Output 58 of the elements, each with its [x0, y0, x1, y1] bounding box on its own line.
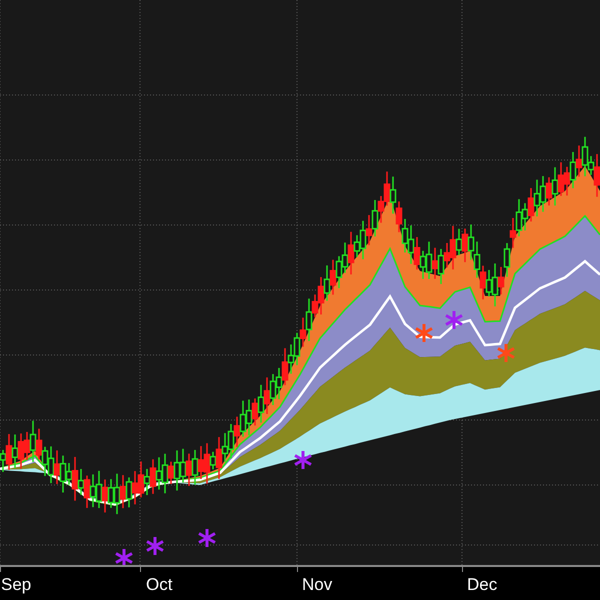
axis-label: Oct	[146, 575, 172, 595]
bearish-candlestick	[84, 476, 90, 508]
bearish-candlestick	[414, 237, 420, 270]
bearish-candlestick	[462, 228, 468, 262]
asterisk-marker	[415, 324, 433, 342]
bullish-candlestick	[390, 176, 396, 214]
bearish-candlestick	[366, 215, 372, 246]
bullish-candlestick	[504, 243, 510, 277]
bullish-candlestick	[552, 167, 558, 206]
bearish-candlestick	[54, 450, 60, 484]
bullish-candlestick	[306, 298, 312, 342]
bearish-candlestick	[102, 480, 108, 512]
axis-label: Sep	[1, 575, 32, 595]
bearish-candlestick	[168, 462, 174, 484]
bullish-candlestick	[210, 452, 216, 470]
bearish-candlestick	[510, 218, 516, 248]
bullish-candlestick	[456, 228, 462, 256]
bearish-candlestick	[186, 454, 192, 486]
bearish-candlestick	[264, 377, 270, 414]
bearish-candlestick	[216, 437, 222, 479]
bearish-candlestick	[300, 318, 306, 347]
bearish-candlestick	[480, 266, 486, 300]
bearish-candlestick	[150, 459, 156, 494]
bullish-candlestick	[12, 434, 18, 468]
asterisk-marker	[497, 344, 515, 362]
bearish-candlestick	[576, 146, 582, 177]
bearish-candlestick	[348, 232, 354, 274]
bullish-candlestick	[30, 420, 36, 462]
bearish-candlestick	[120, 475, 126, 508]
asterisk-marker	[115, 549, 133, 565]
bullish-candlestick	[324, 265, 330, 301]
bearish-candlestick	[234, 416, 240, 447]
bullish-candlestick	[192, 450, 198, 485]
bearish-candlestick	[594, 154, 600, 197]
bullish-candlestick	[126, 477, 132, 508]
bullish-candlestick	[372, 200, 378, 236]
asterisk-marker	[198, 529, 216, 547]
axis-label: Dec	[467, 575, 498, 595]
bullish-candlestick	[78, 468, 84, 495]
bullish-candlestick	[438, 248, 444, 284]
axis-label: Nov	[302, 575, 332, 595]
bearish-candlestick	[498, 266, 504, 294]
bearish-candlestick	[432, 248, 438, 279]
asterisk-marker	[146, 537, 164, 555]
bullish-candlestick	[144, 468, 150, 496]
bearish-candlestick	[396, 201, 402, 232]
bearish-candlestick	[546, 177, 552, 206]
bearish-candlestick	[528, 188, 534, 222]
bearish-candlestick	[282, 348, 288, 386]
asterisk-marker	[294, 451, 312, 469]
bearish-candlestick	[72, 456, 78, 501]
asterisk-marker	[445, 311, 463, 329]
bearish-candlestick	[330, 260, 336, 295]
bullish-candlestick	[570, 152, 576, 188]
bullish-candlestick	[258, 384, 264, 423]
bearish-candlestick	[252, 398, 258, 426]
bearish-candlestick	[6, 434, 12, 470]
bearish-candlestick	[36, 428, 42, 460]
